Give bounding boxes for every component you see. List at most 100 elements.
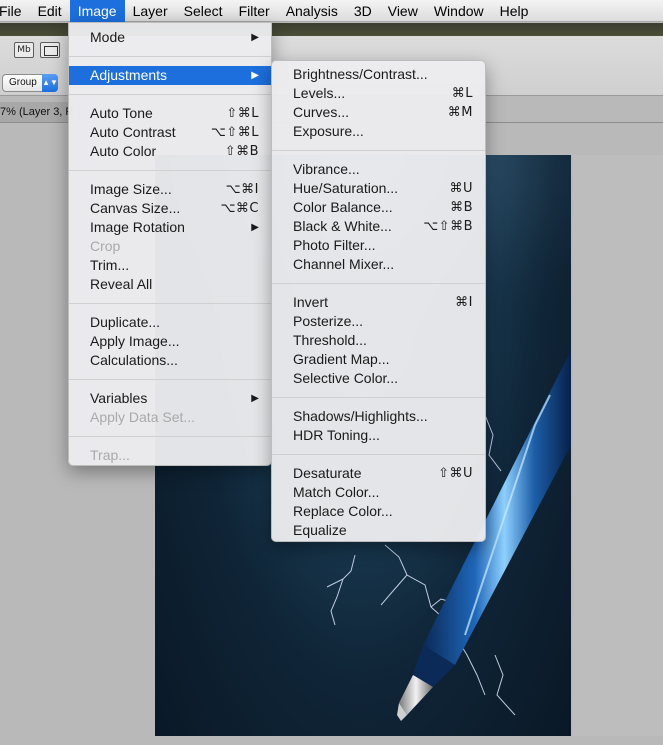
menu-item-label: Black & White... — [293, 218, 392, 234]
menubar-file[interactable]: File — [0, 0, 30, 22]
image-menu-item-image-rotation[interactable]: Image Rotation ▶ — [69, 218, 271, 237]
image-menu-item-auto-tone[interactable]: Auto Tone ⇧⌘L — [69, 104, 271, 123]
menu-item-label: Reveal All — [90, 276, 153, 292]
menubar-layer[interactable]: Layer — [125, 0, 176, 22]
image-menu-item-adjustments[interactable]: Adjustments ▶ — [69, 66, 271, 85]
adjustments-item-shadows-highlights[interactable]: Shadows/Highlights... — [272, 407, 485, 426]
adjustments-item-replace-color[interactable]: Replace Color... — [272, 502, 485, 521]
adjustments-item-photo-filter[interactable]: Photo Filter... — [272, 236, 485, 255]
menu-item-label: Match Color... — [293, 484, 380, 500]
keyboard-shortcut: ⌘U — [449, 181, 473, 196]
image-menu-item-auto-color[interactable]: Auto Color ⇧⌘B — [69, 142, 271, 161]
adjustments-item-channel-mixer[interactable]: Channel Mixer... — [272, 255, 485, 274]
adjustments-item-exposure[interactable]: Exposure... — [272, 122, 485, 141]
adjustments-item-gradient-map[interactable]: Gradient Map... — [272, 350, 485, 369]
clapboard-icon[interactable] — [40, 42, 60, 58]
image-menu-item-trim[interactable]: Trim... — [69, 256, 271, 275]
image-menu-item-auto-contrast[interactable]: Auto Contrast ⌥⇧⌘L — [69, 123, 271, 142]
menubar-3d[interactable]: 3D — [346, 0, 380, 22]
auto-select-value: Group — [9, 77, 37, 88]
menu-item-label: Variables — [90, 390, 148, 406]
menu-item-label: HDR Toning... — [293, 427, 380, 443]
image-menu-item-apply-data-set: Apply Data Set... — [69, 408, 271, 427]
menubar-view[interactable]: View — [380, 0, 426, 22]
menu-item-label: Crop — [90, 238, 121, 254]
menu-bar: File Edit Image Layer Select Filter Analysis 3D… — [0, 0, 663, 22]
adjustments-item-equalize[interactable]: Equalize — [272, 521, 485, 540]
keyboard-shortcut: ⌥⌘I — [225, 182, 259, 197]
menu-item-label: Image Size... — [90, 181, 172, 197]
menu-separator — [69, 94, 271, 95]
image-menu: Mode ▶ Adjustments ▶ Auto Tone ⇧⌘L Auto Contra… — [68, 22, 272, 466]
adjustments-item-curves[interactable]: Curves... ⌘M — [272, 103, 485, 122]
menu-separator — [272, 454, 485, 455]
menu-item-label: Exposure... — [293, 123, 364, 139]
menu-item-label: Apply Data Set... — [90, 409, 196, 425]
menu-item-label: Brightness/Contrast... — [293, 66, 428, 82]
menu-item-label: Calculations... — [90, 352, 178, 368]
menu-item-label: Invert — [293, 294, 329, 310]
adjustments-item-black-white[interactable]: Black & White... ⌥⇧⌘B — [272, 217, 485, 236]
image-menu-item-apply-image[interactable]: Apply Image... — [69, 332, 271, 351]
keyboard-shortcut: ⌘B — [450, 200, 473, 215]
menubar-analysis[interactable]: Analysis — [278, 0, 346, 22]
adjustments-item-desaturate[interactable]: Desaturate ⇧⌘U — [272, 464, 485, 483]
image-menu-item-reveal-all[interactable]: Reveal All — [69, 275, 271, 294]
keyboard-shortcut: ⇧⌘B — [224, 144, 259, 159]
adjustments-item-hdr-toning[interactable]: HDR Toning... — [272, 426, 485, 445]
menubar-filter[interactable]: Filter — [231, 0, 278, 22]
keyboard-shortcut: ⇧⌘U — [438, 466, 473, 481]
menu-item-label: Threshold... — [293, 332, 367, 348]
menu-separator — [69, 303, 271, 304]
adjustments-item-levels[interactable]: Levels... ⌘L — [272, 84, 485, 103]
adjustments-item-hue-saturation[interactable]: Hue/Saturation... ⌘U — [272, 179, 485, 198]
menu-item-label: Equalize — [293, 522, 347, 538]
menu-separator — [69, 56, 271, 57]
keyboard-shortcut: ⇧⌘L — [226, 106, 259, 121]
submenu-arrow-icon: ▶ — [251, 32, 259, 43]
image-menu-item-duplicate[interactable]: Duplicate... — [69, 313, 271, 332]
menubar-image[interactable]: Image — [69, 0, 125, 22]
menu-item-label: Auto Contrast — [90, 124, 176, 140]
menubar-help[interactable]: Help — [492, 0, 537, 22]
adjustments-item-vibrance[interactable]: Vibrance... — [272, 160, 485, 179]
menu-item-label: Hue/Saturation... — [293, 180, 399, 196]
menu-item-label: Trap... — [90, 447, 130, 463]
menubar-select[interactable]: Select — [176, 0, 231, 22]
adjustments-item-brightness-contrast[interactable]: Brightness/Contrast... — [272, 65, 485, 84]
image-menu-item-canvas-size[interactable]: Canvas Size... ⌥⌘C — [69, 199, 271, 218]
adjustments-item-selective-color[interactable]: Selective Color... — [272, 369, 485, 388]
image-menu-item-image-size[interactable]: Image Size... ⌥⌘I — [69, 180, 271, 199]
menubar-window[interactable]: Window — [426, 0, 492, 22]
submenu-arrow-icon: ▶ — [251, 70, 259, 81]
menu-item-label: Trim... — [90, 257, 130, 273]
menu-item-label: Gradient Map... — [293, 351, 390, 367]
workspace-background — [573, 155, 663, 736]
adjustments-item-invert[interactable]: Invert ⌘I — [272, 293, 485, 312]
adjustments-item-posterize[interactable]: Posterize... — [272, 312, 485, 331]
submenu-arrow-icon: ▶ — [251, 222, 259, 233]
menu-separator — [272, 397, 485, 398]
keyboard-shortcut: ⌘I — [455, 295, 473, 310]
adjustments-item-color-balance[interactable]: Color Balance... ⌘B — [272, 198, 485, 217]
keyboard-shortcut: ⌘L — [451, 86, 473, 101]
adjustments-submenu: Brightness/Contrast... Levels... ⌘L Curves.… — [271, 60, 486, 542]
menu-item-label: Auto Color — [90, 143, 157, 159]
menu-item-label: Adjustments — [90, 67, 168, 83]
menu-separator — [69, 170, 271, 171]
auto-select-dropdown[interactable]: Group ▲▼ — [2, 74, 58, 92]
menu-item-label: Shadows/Highlights... — [293, 408, 428, 424]
adjustments-item-match-color[interactable]: Match Color... — [272, 483, 485, 502]
menu-item-label: Levels... — [293, 85, 346, 101]
image-menu-item-calculations[interactable]: Calculations... — [69, 351, 271, 370]
adjustments-item-threshold[interactable]: Threshold... — [272, 331, 485, 350]
menubar-edit[interactable]: Edit — [30, 0, 70, 22]
image-menu-item-variables[interactable]: Variables ▶ — [69, 389, 271, 408]
menu-item-label: Duplicate... — [90, 314, 161, 330]
image-menu-item-mode[interactable]: Mode ▶ — [69, 28, 271, 47]
mini-bridge-icon[interactable]: Mb — [14, 42, 34, 58]
keyboard-shortcut: ⌘M — [447, 105, 473, 120]
menu-item-label: Apply Image... — [90, 333, 180, 349]
menu-item-label: Posterize... — [293, 313, 364, 329]
submenu-arrow-icon: ▶ — [251, 393, 259, 404]
